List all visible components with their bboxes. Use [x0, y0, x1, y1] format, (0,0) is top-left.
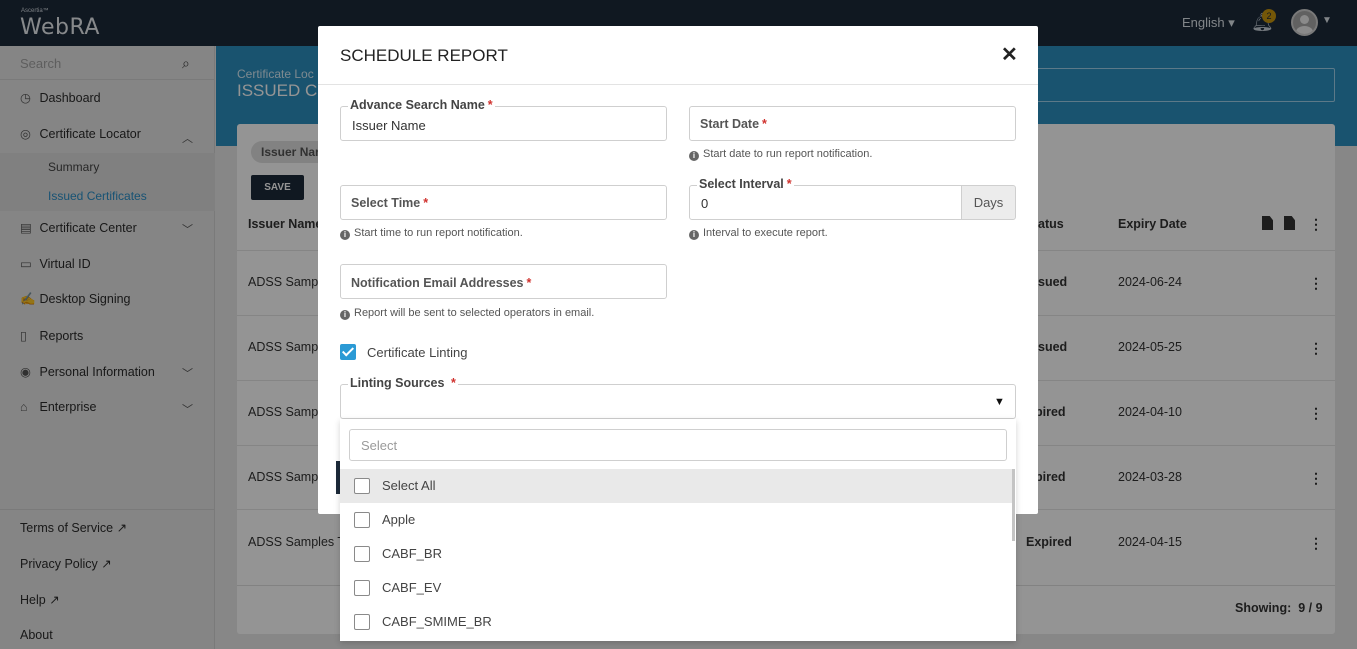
- certificate-linting-checkbox[interactable]: [340, 344, 356, 360]
- select-interval-label: Select Interval *: [697, 177, 794, 191]
- option-checkbox[interactable]: [354, 580, 370, 596]
- option-checkbox[interactable]: [354, 512, 370, 528]
- certificate-linting-label[interactable]: Certificate Linting: [367, 345, 467, 360]
- advance-search-name-value[interactable]: Issuer Name: [352, 118, 426, 133]
- dialog-title: SCHEDULE REPORT: [340, 46, 508, 65]
- info-icon: i: [340, 310, 350, 320]
- dropdown-option-cabf-br[interactable]: CABF_BR: [340, 537, 1012, 571]
- dialog-header-divider: [318, 84, 1038, 85]
- info-icon: i: [689, 151, 699, 161]
- start-date-label: Start Date *: [700, 117, 767, 131]
- dropdown-option-cabf-smime-br[interactable]: CABF_SMIME_BR: [340, 605, 1012, 639]
- linting-sources-label: Linting Sources *: [348, 376, 458, 390]
- close-icon[interactable]: ✕: [1001, 42, 1018, 67]
- select-time-hint: i Start time to run report notification.: [340, 227, 523, 240]
- info-icon: i: [689, 230, 699, 240]
- interval-unit-addon: Days: [961, 185, 1016, 220]
- info-icon: i: [340, 230, 350, 240]
- notification-email-label: Notification Email Addresses *: [351, 276, 532, 290]
- option-checkbox[interactable]: [354, 614, 370, 630]
- select-time-label: Select Time *: [351, 196, 429, 210]
- start-date-hint: i Start date to run report notification.: [689, 148, 872, 161]
- option-checkbox[interactable]: [354, 478, 370, 494]
- dropdown-scrollbar[interactable]: [1012, 469, 1015, 541]
- dropdown-search-input[interactable]: Select: [349, 429, 1007, 461]
- select-interval-hint: i Interval to execute report.: [689, 227, 828, 240]
- caret-down-icon[interactable]: ▼: [994, 396, 1005, 408]
- linting-sources-dropdown: Select Select All Apple CABF_BR CABF_EV …: [340, 419, 1016, 641]
- notification-email-hint: i Report will be sent to selected operato…: [340, 307, 594, 320]
- advance-search-name-label: Advance Search Name *: [348, 98, 495, 112]
- dropdown-option-apple[interactable]: Apple: [340, 503, 1012, 537]
- option-checkbox[interactable]: [354, 546, 370, 562]
- dropdown-option-select-all[interactable]: Select All: [340, 469, 1012, 503]
- dropdown-option-cabf-ev[interactable]: CABF_EV: [340, 571, 1012, 605]
- select-interval-value[interactable]: 0: [701, 196, 708, 211]
